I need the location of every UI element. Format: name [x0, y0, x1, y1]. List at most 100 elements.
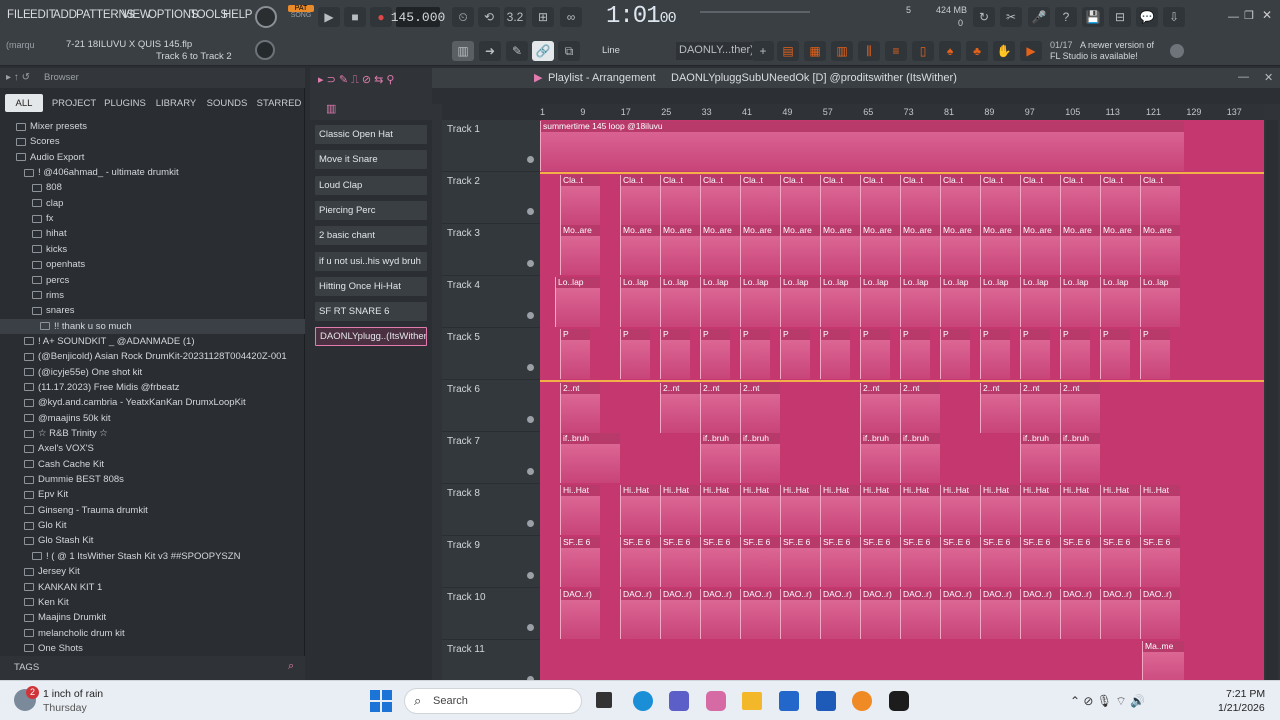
playlist-minimize-icon[interactable]: — — [1238, 71, 1249, 83]
pattern-clip[interactable]: Hi..Hat — [900, 485, 940, 535]
pattern-clip[interactable]: SF..E 6 — [700, 537, 740, 587]
pattern-clip[interactable]: SF..E 6 — [900, 537, 940, 587]
browser-item[interactable]: @maajins 50k kit — [0, 411, 305, 426]
update-notice-line1[interactable]: A newer version of — [1080, 40, 1154, 50]
timeline-ruler[interactable]: 1 9 17 25 33 41 49 57 65 73 81 89 97 105 113 121 129 137 — [540, 104, 1264, 120]
track-header[interactable]: Track 4 — [442, 276, 540, 328]
magnet-icon[interactable]: 🔗 — [532, 41, 554, 61]
blend-notes-icon[interactable]: ⊞ — [532, 7, 554, 27]
browser-item[interactable]: 808 — [0, 180, 305, 195]
track-lane[interactable]: PPPPPPPPPPPPPPP — [540, 328, 1264, 380]
start-icon[interactable] — [370, 690, 392, 712]
browser-item[interactable]: clap — [0, 196, 305, 211]
pattern-clip[interactable]: Mo..are — [740, 225, 780, 275]
browser-item[interactable]: ! ( @ 1 ItsWither Stash Kit v3 ##SPOOPYS… — [0, 549, 305, 564]
track-lane[interactable]: Cla..t Cla..t Cla..t Cla..t Cla..t Cla..t Cla.… — [540, 172, 1264, 225]
browser-item[interactable]: Glo Kit — [0, 518, 305, 533]
pattern-clip[interactable]: Cla..t — [940, 175, 980, 225]
pattern-clip[interactable]: P — [560, 329, 590, 379]
add-pattern-icon[interactable]: + — [752, 41, 774, 61]
loop-record-icon[interactable]: ⟲ — [478, 7, 500, 27]
browser-tab-plugins[interactable]: PLUGINS — [100, 94, 150, 112]
playlist-icon[interactable]: ▥ — [452, 41, 474, 61]
menu-file[interactable]: FILE — [7, 9, 31, 21]
arrow-icon[interactable]: ➜ — [479, 41, 501, 61]
save-icon[interactable]: 💾 — [1082, 7, 1104, 27]
edge-icon[interactable] — [633, 691, 653, 711]
chat-icon[interactable]: 💬 — [1136, 7, 1158, 27]
track-lane[interactable]: DAO..r) DAO..r) DAO..r) DAO..r) DAO..r) DAO..… — [540, 588, 1264, 640]
stop-button[interactable]: ■ — [344, 7, 366, 27]
browser-item[interactable]: Glo Stash Kit — [0, 533, 305, 548]
pattern-clip[interactable]: Hi..Hat — [940, 485, 980, 535]
pattern-clip[interactable]: Mo..are — [940, 225, 980, 275]
track-lane[interactable]: summertime 145 loop @18iluvu — [540, 120, 1264, 172]
pattern-clip[interactable]: DAO..r) — [1100, 589, 1140, 639]
pattern-clip[interactable]: Hi..Hat — [1140, 485, 1180, 535]
track-mute-icon[interactable] — [527, 208, 534, 215]
track-mute-icon[interactable] — [527, 624, 534, 631]
piano-roll-icon[interactable]: ▤ — [777, 41, 799, 61]
pattern-clip[interactable]: Mo..are — [560, 225, 600, 275]
record-button[interactable]: ● — [370, 7, 392, 27]
track-mute-icon[interactable] — [527, 468, 534, 475]
pattern-item[interactable]: Classic Open Hat — [315, 125, 427, 144]
download-icon[interactable]: ⇩ — [1163, 7, 1185, 27]
menu-edit[interactable]: EDIT — [30, 9, 56, 21]
pattern-clip[interactable]: Cla..t — [980, 175, 1020, 225]
pattern-clip[interactable]: Hi..Hat — [560, 485, 600, 535]
pattern-clip[interactable]: Hi..Hat — [1100, 485, 1140, 535]
browser-item[interactable]: Epv Kit — [0, 487, 305, 502]
pattern-clip[interactable]: P — [860, 329, 890, 379]
browser-tab-library[interactable]: LIBRARY — [152, 94, 200, 112]
pattern-clip[interactable]: DAO..r) — [860, 589, 900, 639]
pattern-clip[interactable]: 2..nt — [1020, 383, 1060, 433]
app-icon[interactable] — [816, 691, 836, 711]
pattern-clip[interactable]: if..bruh — [700, 433, 740, 483]
pattern-clip[interactable]: Lo..lap — [820, 277, 860, 327]
browser-tab-all[interactable]: ALL — [5, 94, 43, 112]
pattern-clip[interactable]: Hi..Hat — [740, 485, 780, 535]
pattern-clip[interactable]: SF..E 6 — [1020, 537, 1060, 587]
menu-help[interactable]: HELP — [223, 9, 252, 21]
browser-item[interactable]: !! thank u so much — [0, 318, 305, 334]
pattern-clip[interactable]: DAO..r) — [1060, 589, 1100, 639]
pattern-clip[interactable]: P — [980, 329, 1010, 379]
pattern-item[interactable]: Hitting Once Hi-Hat — [315, 276, 427, 296]
browser-item[interactable]: melancholic drum kit — [0, 626, 305, 641]
pattern-clip[interactable]: SF..E 6 — [780, 537, 820, 587]
maximize-icon[interactable]: ❐ — [1244, 9, 1254, 22]
pattern-clip[interactable]: Lo..lap — [700, 277, 740, 327]
pattern-clip[interactable]: Cla..t — [1020, 175, 1060, 225]
pattern-clip[interactable]: Lo..lap — [940, 277, 980, 327]
track-header[interactable]: Track 6 — [442, 380, 540, 432]
pattern-clip[interactable]: Cla..t — [740, 175, 780, 225]
pattern-clip[interactable]: Hi..Hat — [1020, 485, 1060, 535]
pattern-item[interactable]: 2 basic chant — [315, 226, 427, 246]
browser-item[interactable]: Maajins Drumkit — [0, 610, 305, 625]
browser-toggle-icon[interactable]: ≡ — [885, 41, 907, 61]
track-lane[interactable]: Mo..are Mo..are Mo..are Mo..are Mo..are Mo..a… — [540, 224, 1264, 276]
browser-item[interactable]: Ginseng - Trauma drumkit — [0, 503, 305, 518]
pitch-knob[interactable] — [255, 6, 277, 28]
pattern-clip[interactable]: Hi..Hat — [700, 485, 740, 535]
pattern-clip[interactable]: P — [740, 329, 770, 379]
track-mute-icon[interactable] — [527, 416, 534, 423]
pattern-clip[interactable]: DAO..r) — [700, 589, 740, 639]
pattern-clip[interactable]: Hi..Hat — [620, 485, 660, 535]
pattern-clip[interactable]: SF..E 6 — [560, 537, 600, 587]
pattern-clip[interactable]: P — [1060, 329, 1090, 379]
pattern-clip[interactable]: Lo..lap — [900, 277, 940, 327]
pattern-clip[interactable]: Lo..lap — [1140, 277, 1180, 327]
channel-rack-icon[interactable]: ▦ — [804, 41, 826, 61]
mixer-view-icon[interactable]: ▥ — [831, 41, 853, 61]
pattern-clip[interactable]: Cla..t — [660, 175, 700, 225]
pattern-clip[interactable]: Cla..t — [1060, 175, 1100, 225]
pattern-clip[interactable]: DAO..r) — [900, 589, 940, 639]
pattern-clip[interactable]: Cla..t — [700, 175, 740, 225]
pattern-clip[interactable]: 2..nt — [700, 383, 740, 433]
pattern-clip[interactable]: DAO..r) — [980, 589, 1020, 639]
pattern-clip[interactable]: SF..E 6 — [740, 537, 780, 587]
pattern-clip[interactable]: Mo..are — [620, 225, 660, 275]
browser-tab-project[interactable]: PROJECT — [50, 94, 98, 112]
